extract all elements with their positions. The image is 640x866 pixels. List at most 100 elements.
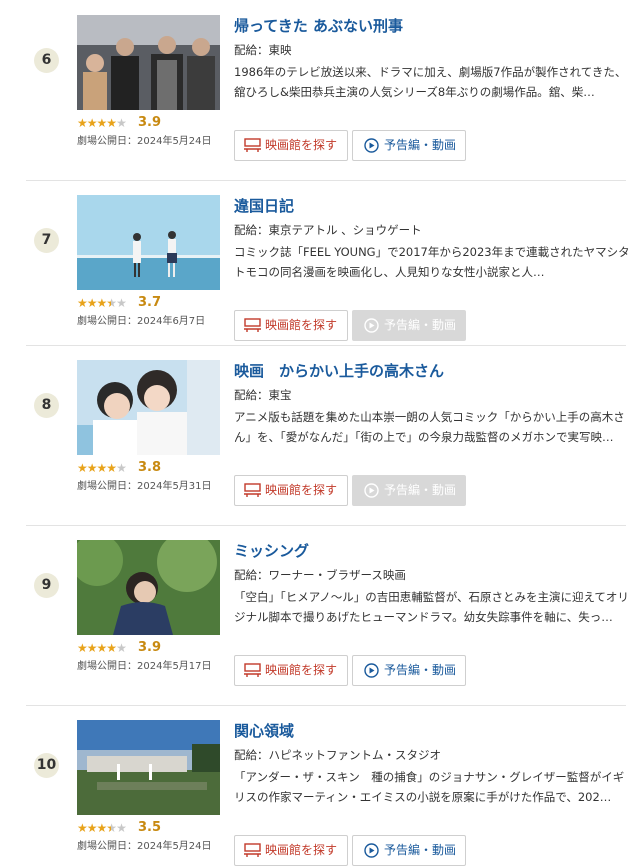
- star-icon: ★: [96, 461, 108, 475]
- movie-title-link[interactable]: 映画 からかい上手の高木さん: [234, 362, 444, 380]
- rank-badge: 6: [34, 48, 59, 73]
- star-rating: ★★★★★: [77, 296, 127, 310]
- star-icon: ★: [86, 461, 98, 475]
- star-icon: ★: [106, 461, 117, 475]
- poster-art: [77, 360, 220, 455]
- theater-seat-icon: [244, 138, 261, 152]
- rating-score: 3.9: [138, 115, 162, 130]
- ranking-item: 6 ★★★★★ 3.9 劇場公開日：2024年5月24日 帰ってきた あぶない刑…: [0, 0, 640, 181]
- divider: [26, 525, 626, 526]
- star-rating: ★★★★★: [77, 821, 127, 835]
- star-icon: ★: [96, 296, 108, 310]
- rating-score: 3.9: [138, 640, 162, 655]
- star-icon: ★: [86, 821, 98, 835]
- distributor: 配給：東京テアトル 、ショウゲート: [234, 223, 422, 237]
- star-icon: ★: [106, 116, 117, 130]
- star-icon: ★: [77, 641, 88, 655]
- theater-seat-icon: [244, 318, 261, 332]
- find-theater-button[interactable]: 映画館を探す: [234, 835, 348, 866]
- play-circle-icon: [364, 483, 379, 498]
- rating-score: 3.5: [138, 820, 162, 835]
- trailer-button: 予告編・動画: [352, 475, 466, 506]
- trailer-button[interactable]: 予告編・動画: [352, 655, 466, 686]
- movie-poster[interactable]: [77, 360, 220, 455]
- movie-poster[interactable]: [77, 720, 220, 815]
- movie-title-link[interactable]: 違国日記: [234, 197, 294, 215]
- find-theater-label: 映画館を探す: [265, 663, 338, 677]
- star-icon: ★: [96, 116, 108, 130]
- rating-score: 3.7: [138, 295, 162, 310]
- star-rating: ★★★★★: [77, 116, 127, 130]
- release-date: 劇場公開日：2024年5月24日: [77, 841, 212, 852]
- find-theater-button[interactable]: 映画館を探す: [234, 475, 348, 506]
- divider: [26, 345, 626, 346]
- release-date: 劇場公開日：2024年5月24日: [77, 136, 212, 147]
- star-icon: ★: [77, 116, 88, 130]
- trailer-label: 予告編・動画: [384, 843, 457, 857]
- distributor: 配給：東映: [234, 43, 292, 57]
- movie-synopsis: 1986年のテレビ放送以来、ドラマに加え、劇場版7作品が製作されてきた、舘ひろし…: [234, 65, 627, 99]
- poster-art: [77, 720, 220, 815]
- star-icon: ★: [77, 821, 88, 835]
- movie-ranking-list: 6 ★★★★★ 3.9 劇場公開日：2024年5月24日 帰ってきた あぶない刑…: [0, 0, 640, 866]
- star-icon: ★: [96, 641, 108, 655]
- movie-synopsis: アニメ版も話題を集めた山本崇一朗の人気コミック「からかい上手の高木さん」を、「愛…: [234, 410, 625, 444]
- play-circle-icon: [364, 663, 379, 678]
- movie-poster[interactable]: [77, 540, 220, 635]
- star-icon: ★: [116, 641, 127, 655]
- star-icon: ★: [86, 116, 98, 130]
- find-theater-button[interactable]: 映画館を探す: [234, 130, 348, 161]
- distributor: 配給：ハピネットファントム・スタジオ: [234, 748, 441, 762]
- release-date: 劇場公開日：2024年5月17日: [77, 661, 212, 672]
- trailer-button[interactable]: 予告編・動画: [352, 130, 466, 161]
- divider: [26, 180, 626, 181]
- rating-score: 3.8: [138, 460, 162, 475]
- star-icon: ★: [86, 641, 98, 655]
- movie-title-link[interactable]: 帰ってきた あぶない刑事: [234, 17, 403, 35]
- find-theater-label: 映画館を探す: [265, 318, 338, 332]
- ranking-item: 7 ★★★★★ 3.7 劇場公開日：2024年6月7日 違国日記 配給：東京テア…: [0, 180, 640, 361]
- find-theater-label: 映画館を探す: [265, 483, 338, 497]
- play-circle-icon: [364, 843, 379, 858]
- theater-seat-icon: [244, 663, 261, 677]
- find-theater-button[interactable]: 映画館を探す: [234, 655, 348, 686]
- star-rating: ★★★★★: [77, 461, 127, 475]
- movie-title-link[interactable]: ミッシング: [234, 542, 309, 560]
- star-rating: ★★★★★: [77, 641, 127, 655]
- movie-title-link[interactable]: 関心領域: [234, 722, 294, 740]
- star-icon: ★: [96, 821, 108, 835]
- divider: [26, 705, 626, 706]
- movie-synopsis: 「空白」「ヒメアノ～ル」の吉田恵輔監督が、石原さとみを主演に迎えてオリジナル脚本…: [234, 590, 629, 624]
- trailer-label: 予告編・動画: [384, 663, 457, 677]
- star-icon: ★: [86, 296, 98, 310]
- find-theater-button[interactable]: 映画館を探す: [234, 310, 348, 341]
- distributor: 配給：ワーナー・ブラザース映画: [234, 568, 406, 582]
- movie-poster[interactable]: [77, 15, 220, 110]
- ranking-item: 8 ★★★★★ 3.8 劇場公開日：2024年5月31日 映画 からかい上手の高…: [0, 345, 640, 526]
- trailer-button[interactable]: 予告編・動画: [352, 835, 466, 866]
- star-icon: ★: [116, 461, 127, 475]
- poster-art: [77, 15, 220, 110]
- ranking-item: 10 ★★★★★ 3.5 劇場公開日：2024年5月24日 関心領域 配給：ハピ…: [0, 705, 640, 866]
- rank-badge: 7: [34, 228, 59, 253]
- play-circle-icon: [364, 138, 379, 153]
- star-icon: ★: [106, 641, 117, 655]
- poster-art: [77, 195, 220, 290]
- rank-badge: 8: [34, 393, 59, 418]
- movie-synopsis: コミック誌「FEEL YOUNG」で2017年から2023年まで連載されたヤマシ…: [234, 245, 630, 279]
- star-icon: ★: [106, 296, 117, 310]
- star-icon: ★: [106, 821, 117, 835]
- trailer-label: 予告編・動画: [384, 138, 457, 152]
- ranking-item: 9 ★★★★★ 3.9 劇場公開日：2024年5月17日 ミッシング 配給：ワー…: [0, 525, 640, 706]
- rank-badge: 10: [34, 753, 59, 778]
- star-icon: ★: [116, 821, 127, 835]
- star-icon: ★: [77, 461, 88, 475]
- find-theater-label: 映画館を探す: [265, 138, 338, 152]
- release-date: 劇場公開日：2024年6月7日: [77, 316, 206, 327]
- movie-poster[interactable]: [77, 195, 220, 290]
- theater-seat-icon: [244, 843, 261, 857]
- movie-synopsis: 「アンダー・ザ・スキン 種の捕食」のジョナサン・グレイザー監督がイギリスの作家マ…: [234, 770, 625, 804]
- star-icon: ★: [77, 296, 88, 310]
- find-theater-label: 映画館を探す: [265, 843, 338, 857]
- trailer-label: 予告編・動画: [384, 483, 457, 497]
